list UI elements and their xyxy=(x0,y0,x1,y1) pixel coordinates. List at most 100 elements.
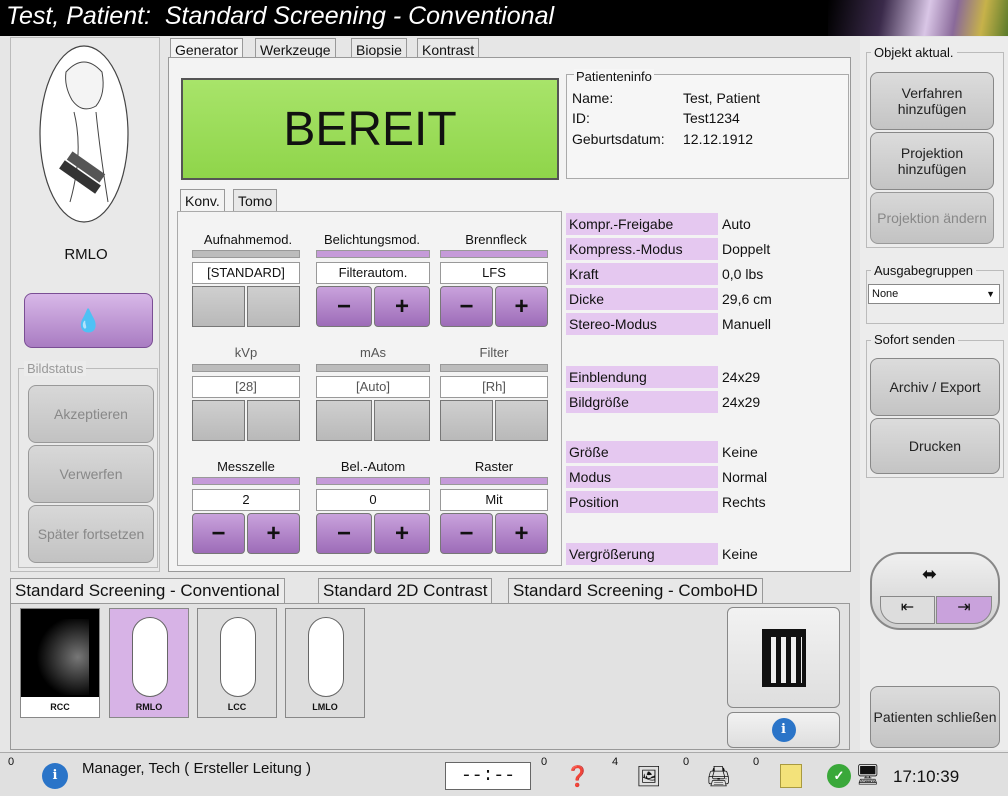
thumbnail-lcc[interactable]: LCC xyxy=(197,608,277,718)
param-value: Keine xyxy=(722,444,758,460)
rmlo-thumb-icon xyxy=(132,617,168,697)
name-value: Test, Patient xyxy=(683,90,761,106)
view-label: RMLO xyxy=(64,246,108,263)
belichtung-plus-button[interactable]: + xyxy=(374,286,430,327)
belautom-minus-button[interactable]: − xyxy=(316,513,372,554)
add-projection-button[interactable]: Projektion hinzufügen xyxy=(870,132,994,190)
param-label: Vergrößerung xyxy=(566,543,718,565)
info-icon[interactable]: i xyxy=(42,763,68,789)
brennfleck-label: Brennfleck xyxy=(465,232,527,247)
filter-strip xyxy=(440,364,548,372)
output-select-value: None xyxy=(872,288,899,300)
belautom-strip xyxy=(316,477,430,485)
add-procedure-button[interactable]: Verfahren hinzufügen xyxy=(870,72,994,130)
printer-icon[interactable]: 🖨 xyxy=(706,764,734,792)
send-title: Sofort senden xyxy=(871,332,958,347)
aufnahme-minus-button[interactable] xyxy=(192,286,245,327)
kvp-value: [28] xyxy=(192,376,300,398)
thumbnail-rcc[interactable]: RCC xyxy=(20,608,100,718)
ready-status: BEREIT xyxy=(181,78,559,180)
close-patient-button[interactable]: Patienten schließen xyxy=(870,686,1000,748)
kvp-label: kVp xyxy=(234,345,258,360)
param-value: Manuell xyxy=(722,316,772,332)
chevron-down-icon: ▼ xyxy=(986,289,995,299)
reject-button[interactable]: Verwerfen xyxy=(28,445,154,503)
info-button[interactable]: i xyxy=(727,712,840,748)
tab-procedure-combohd[interactable]: Standard Screening - ComboHD xyxy=(508,578,763,604)
accept-button[interactable]: Akzeptieren xyxy=(28,385,154,443)
brennfleck-minus-button[interactable]: − xyxy=(440,286,493,327)
mas-minus-button[interactable] xyxy=(316,400,372,441)
thumb-label: RMLO xyxy=(135,702,163,712)
param-label: Kraft xyxy=(566,263,718,285)
brennfleck-strip xyxy=(440,250,548,258)
objekt-title: Objekt aktual. xyxy=(871,45,957,60)
param-label: Position xyxy=(566,491,718,513)
paddle-right-icon: ⇥ xyxy=(936,596,992,624)
tab-konv[interactable]: Konv. xyxy=(180,189,225,211)
checkmark-icon[interactable]: ✓ xyxy=(827,764,851,788)
belautom-plus-button[interactable]: + xyxy=(374,513,430,554)
thumbnail-rmlo[interactable]: RMLO xyxy=(109,608,189,718)
notes-icon[interactable] xyxy=(780,764,802,788)
param-label: Stereo-Modus xyxy=(566,313,718,335)
paddle-center-icon: ⬌ xyxy=(922,564,938,584)
thumbnail-lmlo[interactable]: LMLO xyxy=(285,608,365,718)
tab-tomo[interactable]: Tomo xyxy=(233,189,278,211)
archive-export-button[interactable]: Archiv / Export xyxy=(870,358,1000,416)
paddle-shift-control[interactable]: ⬌ ⇤ ⇥ xyxy=(870,552,1000,630)
name-label: Name: xyxy=(572,90,614,106)
brennfleck-value: LFS xyxy=(440,262,548,284)
trash-button[interactable] xyxy=(727,607,840,708)
messzelle-label: Messzelle xyxy=(217,459,275,474)
paddle-left-icon: ⇤ xyxy=(880,596,935,624)
title-bar: Test, Patient: Standard Screening - Conv… xyxy=(0,0,1008,36)
aufnahme-value: [STANDARD] xyxy=(192,262,300,284)
aufnahme-plus-button[interactable] xyxy=(247,286,300,327)
messzelle-strip xyxy=(192,477,300,485)
param-value: Auto xyxy=(722,216,751,232)
system-icon[interactable]: 🖥 xyxy=(855,762,883,790)
messzelle-value: 2 xyxy=(192,489,300,511)
exposure-timer: --:-- xyxy=(445,762,531,790)
later-button[interactable]: Später fortsetzen xyxy=(28,505,154,563)
implant-button[interactable]: 💧 xyxy=(24,293,153,348)
brennfleck-plus-button[interactable]: + xyxy=(495,286,548,327)
output-select[interactable]: None ▼ xyxy=(868,284,1000,304)
param-label: Kompr.-Freigabe xyxy=(566,213,718,235)
help-icon[interactable]: ❓ xyxy=(565,764,593,792)
dob-value: 12.12.1912 xyxy=(683,131,754,147)
belichtung-strip xyxy=(316,250,430,258)
belichtung-minus-button[interactable]: − xyxy=(316,286,372,327)
kvp-minus-button[interactable] xyxy=(192,400,245,441)
kvp-plus-button[interactable] xyxy=(247,400,300,441)
messzelle-minus-button[interactable]: − xyxy=(192,513,245,554)
filter-plus-button[interactable] xyxy=(495,400,548,441)
thumb-label: LCC xyxy=(227,702,247,712)
thumb-label: LMLO xyxy=(312,702,338,712)
rcc-image xyxy=(33,619,89,695)
filter-minus-button[interactable] xyxy=(440,400,493,441)
raster-minus-button[interactable]: − xyxy=(440,513,493,554)
param-value: Normal xyxy=(722,469,768,485)
change-projection-button[interactable]: Projektion ändern xyxy=(870,192,994,244)
window-title: Test, Patient: Standard Screening - Conv… xyxy=(6,2,555,30)
image-queue-icon[interactable]: 🖼 xyxy=(636,764,664,792)
messzelle-plus-button[interactable]: + xyxy=(247,513,300,554)
print-button[interactable]: Drucken xyxy=(870,418,1000,474)
dob-label: Geburtsdatum: xyxy=(572,131,665,147)
id-label: ID: xyxy=(572,110,590,126)
lmlo-thumb-icon xyxy=(308,617,344,697)
notes-count: 0 xyxy=(753,756,760,768)
param-label: Kompress.-Modus xyxy=(566,238,718,260)
output-title: Ausgabegruppen xyxy=(871,263,977,278)
belichtung-label: Belichtungsmod. xyxy=(323,232,421,247)
mas-plus-button[interactable] xyxy=(374,400,430,441)
belautom-value: 0 xyxy=(316,489,430,511)
tab-procedure-2d-contrast[interactable]: Standard 2D Contrast xyxy=(318,578,493,604)
raster-strip xyxy=(440,477,548,485)
tab-procedure-conventional[interactable]: Standard Screening - Conventional xyxy=(10,578,285,604)
raster-plus-button[interactable]: + xyxy=(495,513,548,554)
aufnahme-strip xyxy=(192,250,300,258)
kvp-strip xyxy=(192,364,300,372)
